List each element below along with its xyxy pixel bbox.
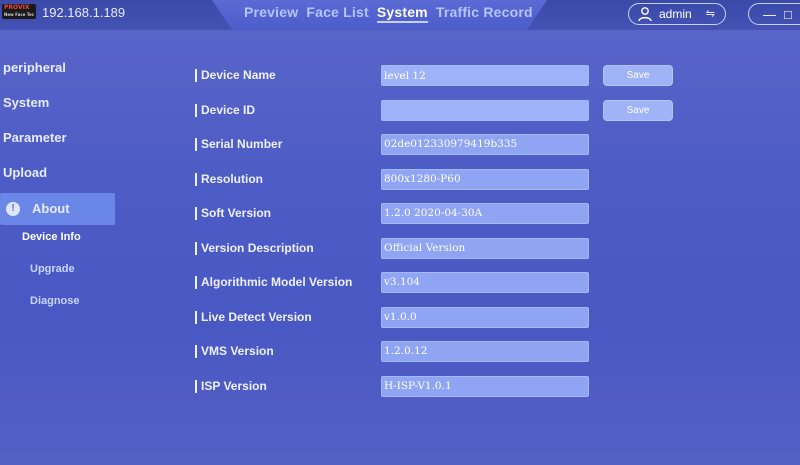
user-icon [638,7,652,22]
vms-version-value: 1.2.0.12 [381,341,589,362]
sidebar-item-system[interactable]: System [0,91,120,126]
algorithmic-model-version-value: v3.104 [381,272,589,293]
sidebar: peripheral System Parameter Upload ! Abo… [0,56,120,327]
tab-traffic-record[interactable]: Traffic Record [436,4,533,23]
sidebar-item-parameter[interactable]: Parameter [0,126,120,161]
logo-subtext: New Face Tec [4,12,35,17]
tab-system[interactable]: System [376,4,428,23]
info-icon: ! [6,202,20,216]
field-label: Serial Number [195,138,282,151]
switch-user-icon[interactable]: ⇋ [706,7,715,20]
serial-number-value: 02de012330979419b335 [381,134,589,155]
device-name-input[interactable] [381,65,589,86]
subnav-upgrade[interactable]: Upgrade [0,263,120,295]
device-ip: 192.168.1.189 [42,5,126,20]
brand-logo: PROVIX New Face Tec [2,4,36,19]
subnav-diagnose[interactable]: Diagnose [0,295,120,327]
live-detect-version-value: v1.0.0 [381,306,589,328]
field-label: Device ID [195,103,255,117]
isp-version-value: H-ISP-V1.0.1 [381,375,589,397]
field-label: Device Name [195,69,276,82]
version-description-value: Official Version [381,237,589,259]
resolution-value: 800x1280-P60 [381,168,589,190]
subnav-device-info[interactable]: Device Info [0,231,120,263]
user-name: admin [659,7,692,21]
maximize-icon[interactable]: □ [784,7,792,22]
user-menu[interactable]: admin ⇋ [628,3,726,25]
field-label: Algorithmic Model Version [195,276,352,289]
field-label: Soft Version [195,207,271,220]
soft-version-value: 1.2.0 2020-04-30A [381,203,589,224]
logo-text: PROVIX [4,4,30,11]
sidebar-item-label: About [32,201,70,216]
main-nav: Preview Face List System Traffic Record [244,4,533,23]
field-label: Version Description [195,241,314,255]
save-device-name-button[interactable]: Save [603,65,673,86]
field-label: Resolution [195,172,263,186]
tab-preview[interactable]: Preview [244,4,298,23]
field-label: Live Detect Version [195,310,312,324]
field-label: VMS Version [195,345,274,358]
window-controls: — □ ✕ [748,3,800,25]
minimize-icon[interactable]: — [763,7,776,22]
sidebar-item-peripheral[interactable]: peripheral [0,56,120,91]
sidebar-item-about[interactable]: ! About [0,193,115,225]
sidebar-item-upload[interactable]: Upload [0,161,120,196]
field-label: ISP Version [195,379,267,393]
tab-face-list[interactable]: Face List [306,4,369,23]
device-id-input[interactable] [381,99,589,121]
save-device-id-button[interactable]: Save [603,99,673,121]
